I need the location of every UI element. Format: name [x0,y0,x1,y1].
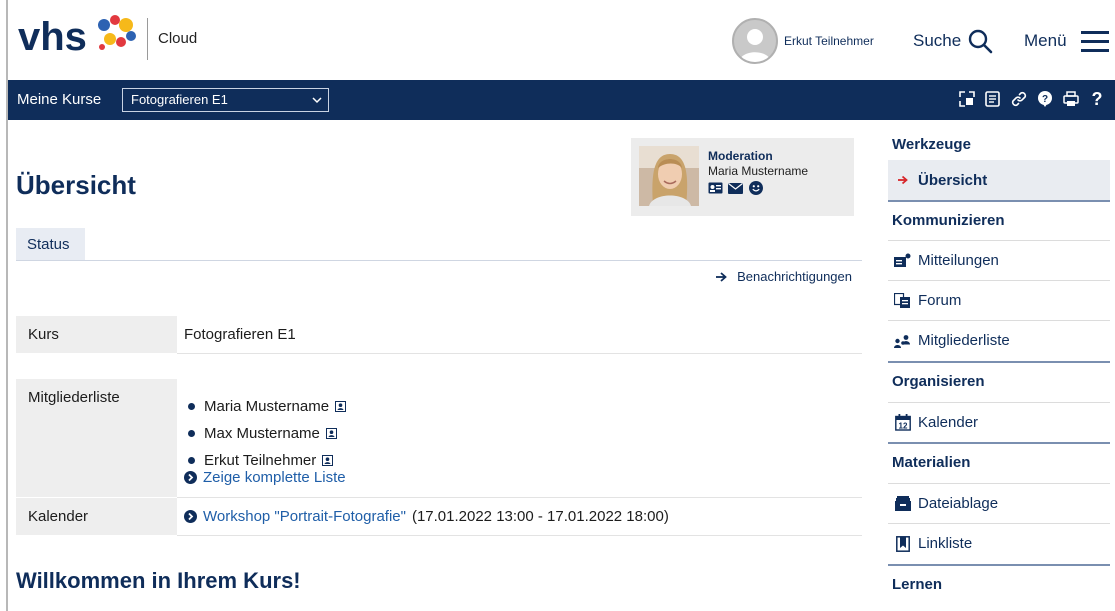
section-heading-organisieren: Organisieren [888,361,1110,401]
section-heading-materialien: Materialien [888,442,1110,482]
sidebar-item-label: Mitteilungen [918,252,999,269]
forum-icon [894,292,911,309]
user-silhouette-icon [739,29,771,62]
members-label: Mitgliederliste [16,379,177,497]
bullet-icon [188,403,195,410]
notifications-link[interactable]: Benachrichtigungen [716,269,852,284]
calendar-row-divider [177,535,862,536]
search-button[interactable]: Suche [913,26,993,56]
hamburger-icon [1080,31,1109,52]
vcard-icon[interactable] [708,181,723,195]
kurs-value: Fotografieren E1 [184,326,296,343]
moderation-box: Moderation Maria Mustername [631,138,854,216]
full-list-link[interactable]: Zeige komplette Liste [184,469,346,486]
member-name: Max Mustername [204,425,320,442]
full-list-label: Zeige komplette Liste [203,469,346,486]
moderator-name: Maria Mustername [708,164,809,178]
section-heading-werkzeuge: Werkzeuge [892,136,971,153]
info-icon[interactable]: ? [1036,89,1053,109]
calendar-event-link[interactable]: Workshop "Portrait-Fotografie" [203,508,406,525]
svg-text:vhs: vhs [18,15,87,58]
sidebar-item-uebersicht[interactable]: Übersicht [888,160,1110,200]
notifications-label: Benachrichtigungen [737,269,852,284]
member-list: Maria Mustername Max Mustername Erkut Te… [188,393,347,474]
sidebar-item-forum[interactable]: Forum [888,280,1110,320]
resize-icon[interactable] [958,89,975,109]
sidebar-item-label: Übersicht [918,171,988,189]
vcard-icon[interactable] [325,428,337,439]
cloud-label: Cloud [158,30,198,47]
logo-separator [147,18,148,60]
calendar-event-time: (17.01.2022 13:00 - 17.01.2022 18:00) [411,508,669,525]
arrow-right-icon [716,271,727,282]
users-icon [894,332,911,349]
svg-text:?: ? [1091,90,1102,108]
circle-arrow-icon [184,510,197,523]
menu-label: Menü [1024,31,1067,50]
file-storage-icon [894,495,911,512]
link-icon[interactable] [1010,89,1027,109]
search-icon [969,29,993,54]
print-icon[interactable] [1062,89,1079,109]
svg-text:?: ? [1041,94,1047,105]
vcard-icon[interactable] [335,401,347,412]
sidebar-item-label: Forum [918,292,962,309]
sidebar-item-kalender[interactable]: 12 Kalender [888,402,1110,442]
sidebar-item-linkliste[interactable]: Linkliste [888,523,1110,563]
page-title: Übersicht [16,170,136,200]
members-row-divider [177,497,862,498]
moderator-actions [708,181,763,195]
moderation-heading: Moderation [708,149,773,163]
user-avatar[interactable] [732,18,778,64]
sidebar-item-label: Dateiablage [918,495,999,512]
calendar-label: Kalender [16,498,177,535]
bullet-icon [188,430,195,437]
top-header: vhs Cloud Erkut Teilnehmer Suche Menü [8,0,1115,80]
course-navbar: Meine Kurse Fotografieren E1 ? ? [8,80,1115,120]
section-heading-kommunizieren: Kommunizieren [888,200,1110,240]
kurs-label: Kurs [16,316,177,353]
tab-divider [16,260,862,261]
menu-button[interactable]: Menü [1024,26,1109,56]
course-select[interactable]: Fotografieren E1 [122,88,329,112]
tools-sidebar: Werkzeuge Übersicht Kommunizieren Mittei… [888,120,1110,611]
smile-icon[interactable] [748,181,763,195]
arrow-right-icon [894,172,911,189]
member-name: Maria Mustername [204,398,330,415]
moderator-photo [639,146,699,206]
vhs-logo[interactable]: vhs [18,12,138,58]
message-icon [894,252,911,269]
help-icon[interactable]: ? [1088,89,1105,109]
sidebar-item-mitgliederliste[interactable]: Mitgliederliste [888,320,1110,360]
sidebar-item-dateiablage[interactable]: Dateiablage [888,483,1110,523]
list-item: Maria Mustername [188,393,347,420]
list-item: Max Mustername [188,420,346,447]
kurs-row-divider [177,353,862,354]
search-label: Suche [913,31,962,50]
sidebar-item-label: Kalender [918,414,979,431]
navbar-icon-group: ? ? [958,89,1105,109]
welcome-heading: Willkommen in Ihrem Kurs! [16,568,301,593]
my-courses-label: Meine Kurse [17,91,102,108]
sidebar-item-mitteilungen[interactable]: Mitteilungen [888,240,1110,280]
sidebar-item-label: Mitgliederliste [918,332,1010,349]
circle-arrow-icon [184,471,197,484]
member-name: Erkut Teilnehmer [204,452,317,469]
tab-status[interactable]: Status [16,228,85,261]
course-select-value: Fotografieren E1 [131,92,228,107]
calendar-icon: 12 [894,414,911,431]
bullet-icon [188,457,195,464]
section-heading-lernen: Lernen [888,564,1110,604]
user-name[interactable]: Erkut Teilnehmer [784,34,874,48]
notes-icon[interactable] [984,89,1001,109]
chevron-down-icon [312,89,322,119]
bookmark-icon [894,535,911,552]
mail-icon[interactable] [728,181,743,195]
main-content: Übersicht Moderation Maria Mustername St… [16,120,862,611]
calendar-event: Workshop "Portrait-Fotografie" (17.01.20… [184,508,669,525]
vcard-icon[interactable] [322,455,334,466]
sidebar-item-label: Linkliste [918,535,973,552]
svg-text:12: 12 [898,421,907,430]
